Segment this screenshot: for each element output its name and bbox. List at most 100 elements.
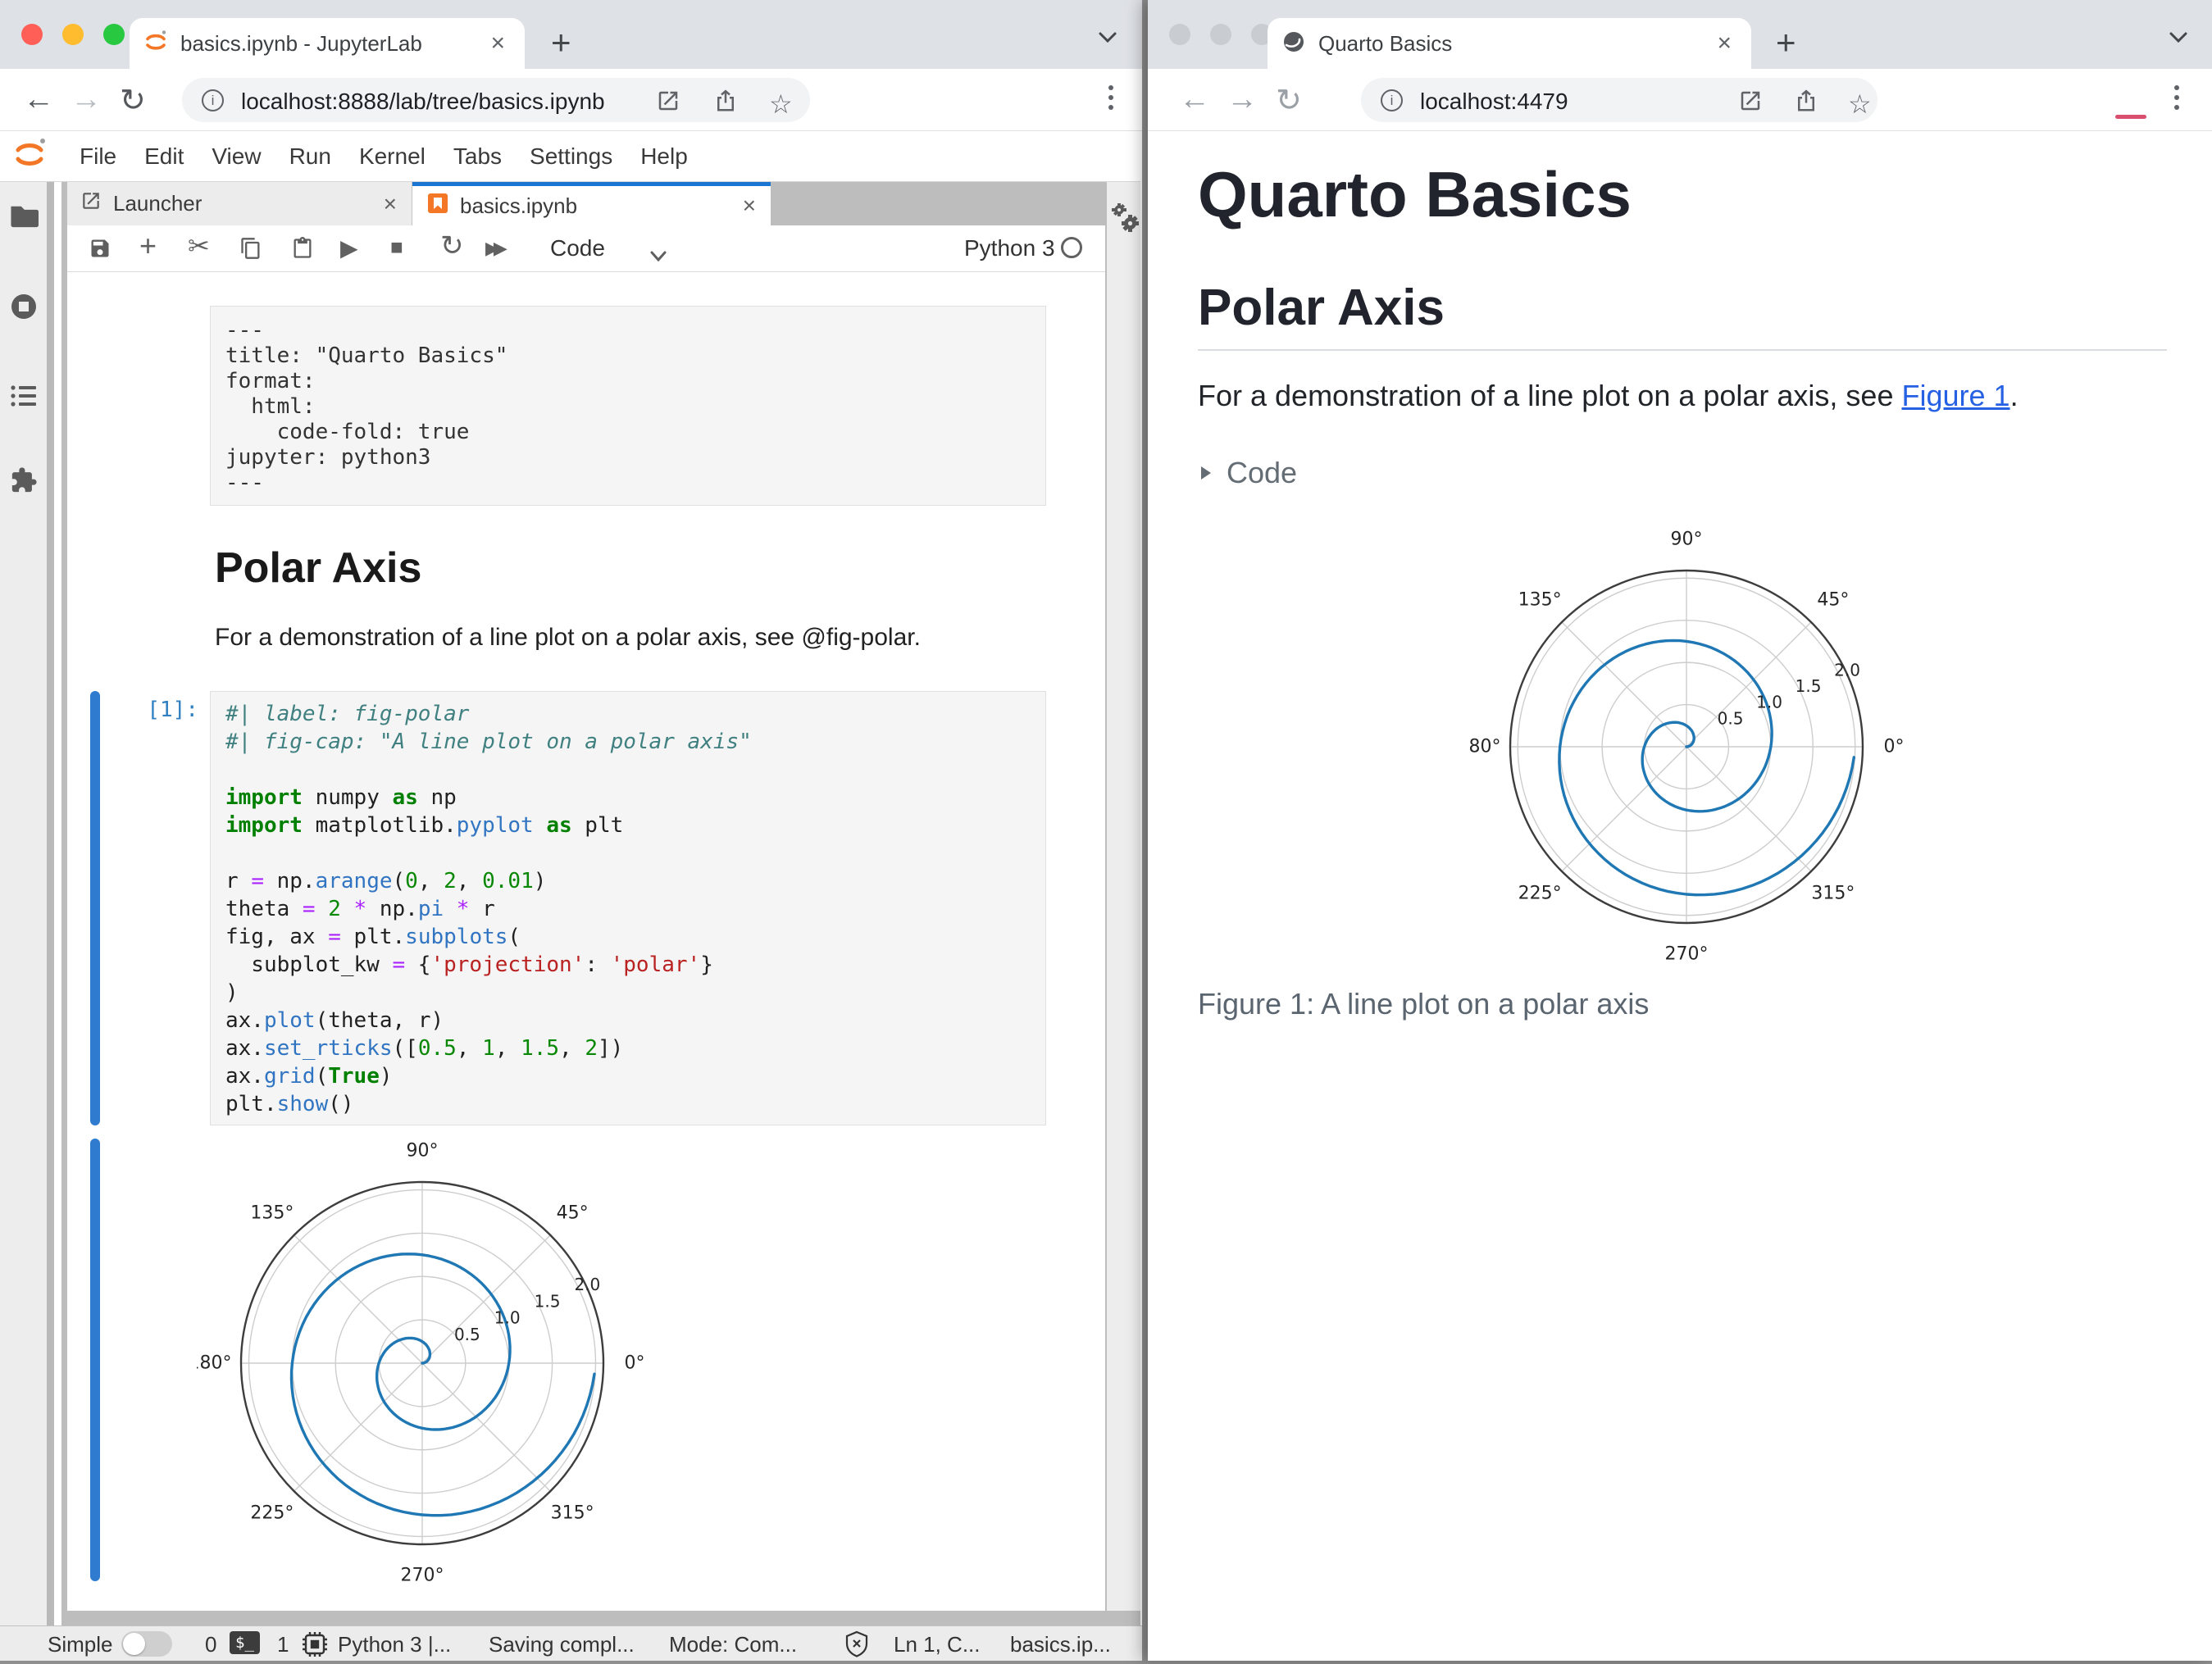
browser-menu-icon[interactable] (2174, 85, 2179, 110)
kernel-status-icon[interactable] (1061, 237, 1082, 264)
code-line: jupyter: python3 (225, 445, 431, 470)
browser-tab-quarto[interactable]: Quarto Basics × (1268, 18, 1751, 69)
menu-file[interactable]: File (66, 143, 130, 170)
code-line: subplot_kw = {'projection': 'polar'} (225, 952, 713, 977)
macos-window-controls-inactive[interactable] (1169, 24, 1272, 45)
url-text[interactable]: localhost:4479 (1420, 89, 1568, 115)
active-cell-indicator[interactable] (90, 691, 100, 1125)
forward-icon[interactable]: → (71, 82, 102, 117)
run-cell-icon[interactable]: ▶ (340, 234, 358, 261)
menu-run[interactable]: Run (275, 143, 345, 170)
menu-view[interactable]: View (198, 143, 275, 170)
share-icon[interactable] (1794, 89, 1818, 117)
address-bar[interactable]: i localhost:8888/lab/tree/basics.ipynb ☆ (182, 78, 810, 122)
menu-tabs[interactable]: Tabs (439, 143, 516, 170)
code-line: theta = 2 * np.pi * r (225, 897, 495, 921)
interrupt-kernel-icon[interactable]: ■ (390, 234, 403, 260)
macos-window-controls[interactable] (21, 24, 125, 45)
back-icon[interactable]: ← (23, 82, 54, 117)
close-launcher-tab-icon[interactable]: × (384, 191, 412, 217)
close-notebook-tab-icon[interactable]: × (743, 193, 771, 219)
site-info-icon[interactable]: i (1381, 89, 1403, 111)
table-of-contents-icon[interactable] (10, 384, 38, 412)
cursor-position[interactable]: Ln 1, C... (894, 1632, 981, 1657)
disclosure-triangle-icon (1201, 466, 1211, 480)
kernel-count[interactable]: 1 (277, 1632, 289, 1657)
dock-tab-launcher[interactable]: Launcher × (67, 182, 412, 225)
site-info-icon[interactable]: i (202, 89, 224, 111)
minimize-window-button[interactable] (1210, 24, 1231, 45)
terminal-icon[interactable]: $_ (230, 1631, 260, 1654)
add-cell-icon[interactable]: + (139, 229, 157, 263)
output-cell-indicator[interactable] (90, 1139, 100, 1581)
update-indicator (2115, 115, 2146, 119)
code-fold-disclosure[interactable]: Code (1199, 456, 1297, 490)
jupyterlab-menubar: File Edit View Run Kernel Tabs Settings Help (0, 131, 1140, 182)
running-sessions-icon[interactable] (10, 293, 38, 325)
tab-search-chevron-icon[interactable] (2166, 30, 2191, 50)
reload-icon[interactable]: ↻ (120, 82, 146, 119)
right-titlebar: Quarto Basics × + (1148, 0, 2212, 69)
close-window-button[interactable] (1169, 24, 1190, 45)
terminal-count[interactable]: 0 (205, 1632, 216, 1657)
new-tab-button[interactable]: + (551, 25, 571, 60)
svg-text:270°: 270° (1665, 944, 1709, 965)
code-cell[interactable]: #| label: fig-polar #| fig-cap: "A line p… (210, 691, 1046, 1125)
dock-tab-label: basics.ipynb (460, 193, 578, 218)
back-icon[interactable]: ← (1179, 82, 1210, 117)
save-icon[interactable] (89, 237, 112, 266)
close-window-button[interactable] (21, 24, 43, 45)
paragraph-period: . (2009, 379, 2019, 412)
mode-indicator[interactable]: Mode: Com... (669, 1632, 797, 1657)
address-bar[interactable]: i localhost:4479 ☆ (1361, 78, 1877, 122)
notebook-content: --- title: "Quarto Basics" format: html: c… (67, 273, 1105, 1611)
svg-text:2.0: 2.0 (574, 1275, 600, 1294)
browser-menu-icon[interactable] (1108, 85, 1113, 110)
svg-text:0.5: 0.5 (454, 1325, 480, 1344)
dock-tab-notebook[interactable]: basics.ipynb × (412, 182, 771, 225)
restart-run-all-icon[interactable]: ▶▶ (485, 238, 507, 259)
url-text[interactable]: localhost:8888/lab/tree/basics.ipynb (241, 89, 605, 115)
code-line: #| fig-cap: "A line plot on a polar axis… (225, 730, 752, 754)
cell-type-caret-icon[interactable] (648, 243, 669, 269)
tab-close-icon[interactable]: × (485, 31, 510, 56)
menu-settings[interactable]: Settings (516, 143, 626, 170)
reload-icon[interactable]: ↻ (1276, 82, 1302, 119)
kernel-name-button[interactable]: Python 3 (964, 235, 1055, 261)
menu-kernel[interactable]: Kernel (345, 143, 439, 170)
zoom-window-button[interactable] (103, 24, 125, 45)
svg-text:2.0: 2.0 (1834, 660, 1860, 680)
bookmark-star-icon[interactable]: ☆ (769, 89, 793, 120)
new-tab-button[interactable]: + (1776, 25, 1796, 60)
kernel-status-text[interactable]: Python 3 |... (338, 1632, 451, 1657)
tab-search-chevron-icon[interactable] (1095, 30, 1120, 50)
restart-kernel-icon[interactable]: ↻ (440, 230, 464, 262)
extension-manager-icon[interactable] (10, 466, 38, 498)
raw-yaml-cell[interactable]: --- title: "Quarto Basics" format: html: c… (210, 306, 1046, 506)
property-inspector-gears-icon[interactable] (1108, 202, 1141, 243)
share-icon[interactable] (713, 89, 738, 117)
tab-close-icon[interactable]: × (1712, 31, 1736, 56)
open-in-app-icon[interactable] (1738, 89, 1763, 117)
menu-help[interactable]: Help (626, 143, 702, 170)
menu-edit[interactable]: Edit (130, 143, 198, 170)
simple-mode-toggle[interactable] (121, 1631, 172, 1657)
cut-cells-icon[interactable]: ✂ (188, 230, 210, 261)
copy-cells-icon[interactable] (239, 237, 262, 266)
trust-shield-icon[interactable] (844, 1630, 869, 1664)
dock-tab-label: Launcher (113, 191, 203, 216)
forward-icon[interactable]: → (1227, 82, 1258, 117)
section-divider (1198, 349, 2167, 351)
cell-type-dropdown[interactable]: Code (550, 235, 605, 261)
file-browser-icon[interactable] (9, 203, 39, 234)
jupyterlab-dock: Launcher × basics.ipynb × + ✂ ▶ ■ ↻ ▶▶ C… (61, 182, 1140, 1625)
minimize-window-button[interactable] (62, 24, 84, 45)
bookmark-star-icon[interactable]: ☆ (1848, 89, 1872, 120)
paste-cells-icon[interactable] (291, 237, 314, 266)
open-in-app-icon[interactable] (656, 89, 680, 117)
code-line: --- (225, 471, 264, 495)
code-line: import matplotlib.pyplot as plt (225, 813, 624, 838)
figure-1-link[interactable]: Figure 1 (1901, 379, 2009, 412)
browser-tab-jupyterlab[interactable]: basics.ipynb - JupyterLab × (130, 18, 525, 69)
